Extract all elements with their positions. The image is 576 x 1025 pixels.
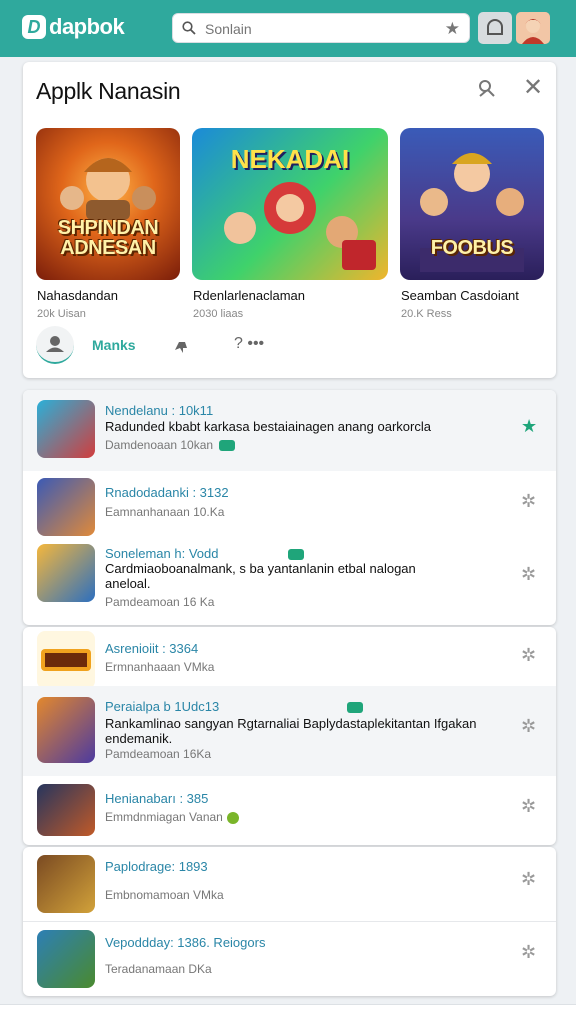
- list-item-title: Paplodrage: 1893: [105, 859, 208, 874]
- list-item[interactable]: Rnadodadanki : 3132 Eamnanhanaan 10.Ka ✲: [23, 471, 556, 538]
- game-cover-image: FOOBUS: [400, 128, 544, 280]
- avatar-icon: [516, 12, 550, 44]
- app-thumbnail: [37, 930, 95, 988]
- game-cover-image: NEKADAI: [192, 128, 388, 280]
- app-thumbnail: [37, 784, 95, 836]
- list-item-meta: Embnomamoan VMka: [105, 888, 224, 902]
- featured-item[interactable]: SHPINDAN ADNESAN Nahasdandan 20k Uisan: [36, 128, 180, 320]
- user-avatar[interactable]: [516, 12, 550, 44]
- featured-item-name: Seamban Casdoiant: [401, 288, 519, 303]
- list-item[interactable]: Soneleman h: Vodd Cardmiaoboanalmank, s …: [23, 538, 556, 625]
- search-bar[interactable]: ★: [172, 13, 470, 43]
- close-icon[interactable]: ✕: [523, 76, 543, 100]
- app-thumbnail: [37, 544, 95, 602]
- user-icon: [46, 336, 64, 352]
- featured-item-meta: 20.K Ress: [401, 308, 452, 320]
- list-item[interactable]: Nendelanu : 10k11 Radunded kbabt karkasa…: [23, 390, 556, 471]
- favorite-star-icon[interactable]: ✲: [521, 796, 536, 817]
- featured-item-meta: 20k Uisan: [37, 308, 86, 320]
- list-item-title: Soneleman h: Vodd: [105, 546, 305, 561]
- featured-item-name: Nahasdandan: [37, 288, 118, 303]
- featured-item-name: Rdenlarlenaclaman: [193, 288, 306, 303]
- list-item-title: Henianabarı : 385: [105, 791, 209, 806]
- bookmark-star-icon[interactable]: ★: [445, 19, 460, 39]
- list-item-title: Nendelanu : 10k11: [105, 403, 214, 418]
- logo-icon: D: [22, 15, 46, 39]
- notifications-button[interactable]: [478, 12, 512, 44]
- featured-item[interactable]: FOOBUS Seamban Casdoiant 20.K Ress: [400, 128, 544, 320]
- favorite-star-icon[interactable]: ✲: [521, 564, 536, 585]
- list-item-description: Rankamlinao sangyan Rgtarnaliai Baplydas…: [105, 716, 477, 746]
- status-dot-icon: [226, 811, 239, 824]
- favorite-star-icon[interactable]: ✲: [521, 491, 536, 512]
- top-app-bar: D dapbok ★: [0, 0, 576, 57]
- list-item-description: Cardmiaoboanalmank, s ba yantanlanin etb…: [105, 561, 416, 591]
- app-name: dapbok: [49, 14, 125, 39]
- app-thumbnail: [37, 855, 95, 913]
- app-thumbnail: [37, 697, 95, 763]
- list-item-description: Radunded kbabt karkasa bestaiainagen ana…: [105, 419, 431, 434]
- list-item[interactable]: Paplodrage: 1893 Embnomamoan VMka ✲: [23, 847, 556, 921]
- app-thumbnail: [37, 478, 95, 536]
- favorite-star-icon[interactable]: ✲: [521, 716, 536, 737]
- featured-item[interactable]: NEKADAI Rdenlarlenaclaman 2030 liaas: [192, 128, 388, 320]
- favorite-star-icon[interactable]: ✲: [521, 942, 536, 963]
- list-item-meta: Emmdnmiagan Vanan: [105, 810, 239, 824]
- game-cover-text: NEKADAI: [230, 144, 350, 174]
- list-item-meta: Pamdeamoan 16Ka: [105, 747, 212, 761]
- list-item-meta: Teradanamaan DKa: [105, 962, 212, 976]
- badge-icon: [347, 702, 364, 714]
- list-item[interactable]: Asrenioiit : 3364 Ermnanhaaan VMka ✲: [23, 627, 556, 689]
- app-logo[interactable]: D dapbok: [22, 14, 125, 40]
- badge-icon: [288, 549, 305, 561]
- list-item[interactable]: Vepoddday: 1386. Reiogors Teradanamaan D…: [23, 922, 556, 996]
- search-icon: [182, 21, 196, 35]
- list-item-title: Rnadodadanki : 3132: [105, 485, 229, 500]
- featured-actions: Manks ⁠? •••: [36, 326, 536, 366]
- favorite-star-icon[interactable]: ✲: [521, 645, 536, 666]
- pin-icon[interactable]: [476, 78, 498, 100]
- search-input[interactable]: [203, 18, 437, 40]
- list-item-title: Peraialpa b 1Udc13: [105, 699, 364, 714]
- list-item-title: Asrenioiit : 3364: [105, 641, 199, 656]
- app-list-group: Paplodrage: 1893 Embnomamoan VMka ✲ Vepo…: [23, 847, 556, 996]
- list-item[interactable]: Henianabarı : 385 Emmdnmiagan Vanan ✲: [23, 776, 556, 845]
- bell-icon: [487, 19, 503, 35]
- list-item-meta: Ermnanhaaan VMka: [105, 660, 215, 674]
- game-cover-text: FOOBUS: [430, 237, 514, 259]
- pin-icon[interactable]: [171, 336, 191, 356]
- more-button[interactable]: ⁠? •••: [234, 335, 264, 353]
- featured-title: Applk Nanasin: [36, 78, 181, 104]
- list-item-meta: Eamnanhanaan 10.Ka: [105, 505, 225, 519]
- list-item-title: Vepoddday: 1386. Reiogors: [105, 935, 266, 950]
- app-thumbnail: [37, 631, 95, 689]
- game-cover-text: SHPINDAN ADNESAN: [57, 217, 159, 259]
- badge-icon: [219, 440, 236, 452]
- friends-tab-button[interactable]: [36, 326, 74, 364]
- app-list-group: Nendelanu : 10k11 Radunded kbabt karkasa…: [23, 390, 556, 625]
- featured-item-meta: 2030 liaas: [193, 308, 244, 320]
- favorite-star-icon[interactable]: ★: [521, 416, 537, 437]
- app-thumbnail: [37, 400, 95, 458]
- list-item[interactable]: Peraialpa b 1Udc13 Rankamlinao sangyan R…: [23, 686, 556, 776]
- featured-apps-card: Applk Nanasin ✕ SHPINDAN ADNESAN Nahasda…: [23, 62, 556, 378]
- app-list-group: Asrenioiit : 3364 Ermnanhaaan VMka ✲ Per…: [23, 627, 556, 845]
- list-item-meta: Damdenoaan 10kan: [105, 438, 236, 452]
- bottom-bar: [0, 1004, 576, 1025]
- tab-label[interactable]: Manks: [92, 337, 136, 353]
- game-cover-image: SHPINDAN ADNESAN: [36, 128, 180, 280]
- list-item-meta: Pamdeamoan 16 Ka: [105, 595, 215, 609]
- favorite-star-icon[interactable]: ✲: [521, 869, 536, 890]
